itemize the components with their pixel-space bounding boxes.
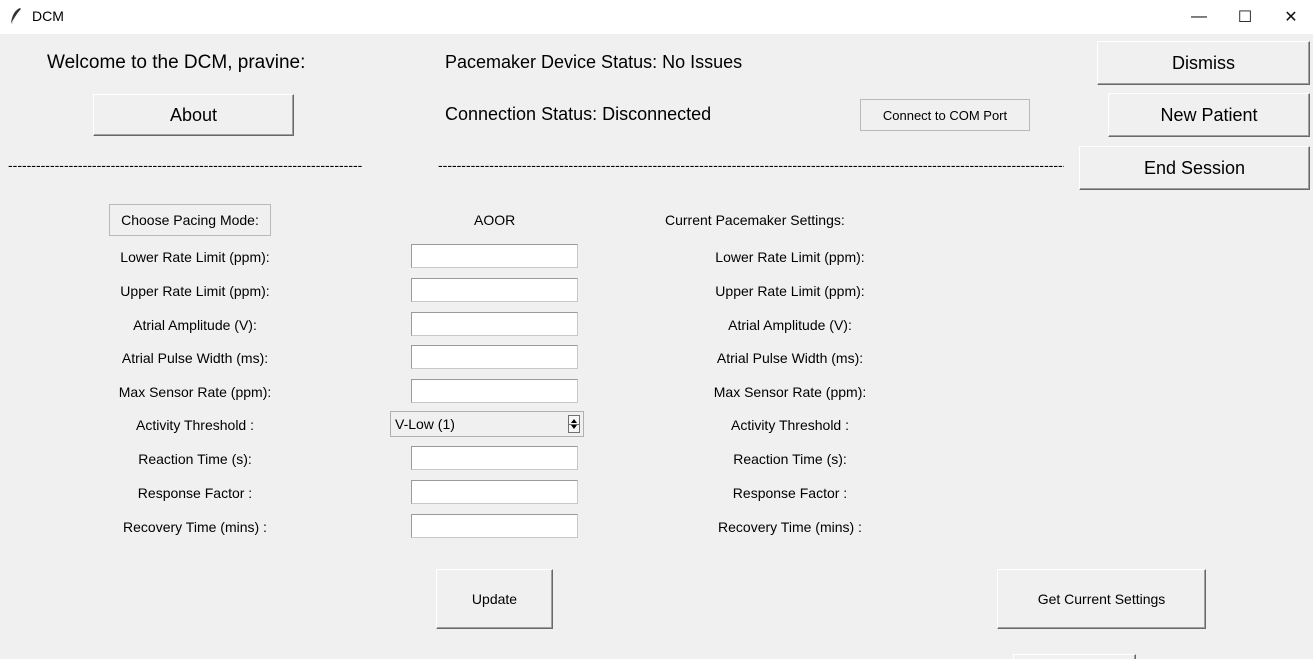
current-url-label: Upper Rate Limit (ppm):: [715, 283, 865, 299]
recovery-time-label: Recovery Time (mins) :: [123, 519, 267, 535]
end-session-button[interactable]: End Session: [1079, 146, 1310, 190]
reaction-time-input[interactable]: [411, 446, 578, 470]
atrial-pulse-width-label: Atrial Pulse Width (ms):: [121, 350, 269, 366]
maximize-button[interactable]: ☐: [1222, 0, 1268, 34]
response-factor-label: Response Factor :: [137, 485, 253, 501]
activity-threshold-value: V-Low (1): [395, 416, 455, 432]
current-reaction-time-label: Reaction Time (s):: [733, 451, 847, 467]
current-lrl-label: Lower Rate Limit (ppm):: [715, 249, 865, 265]
partial-bottom-button[interactable]: [1013, 654, 1136, 659]
activity-threshold-spinbox[interactable]: V-Low (1): [390, 411, 584, 437]
new-patient-button[interactable]: New Patient: [1108, 93, 1310, 137]
current-activity-threshold-label: Activity Threshold :: [730, 417, 849, 433]
divider-right: ----------------------------------------…: [438, 158, 1064, 172]
update-button[interactable]: Update: [436, 569, 553, 629]
activity-threshold-label: Activity Threshold :: [135, 417, 254, 433]
reaction-time-label: Reaction Time (s):: [138, 451, 252, 467]
current-response-factor-label: Response Factor :: [732, 485, 848, 501]
current-atrial-pulse-width-label: Atrial Pulse Width (ms):: [716, 350, 864, 366]
atrial-amplitude-label: Atrial Amplitude (V):: [133, 317, 257, 333]
recovery-time-input[interactable]: [411, 514, 578, 538]
connection-status-label: Connection Status: Disconnected: [445, 104, 712, 124]
about-button[interactable]: About: [93, 94, 294, 136]
max-sensor-rate-label: Max Sensor Rate (ppm):: [118, 384, 272, 400]
response-factor-input[interactable]: [411, 480, 578, 504]
choose-pacing-mode-button[interactable]: Choose Pacing Mode:: [109, 204, 271, 236]
window-title: DCM: [32, 8, 64, 24]
divider-left: ----------------------------------------…: [8, 158, 363, 172]
close-button[interactable]: ✕: [1268, 0, 1313, 34]
url-label: Upper Rate Limit (ppm):: [120, 283, 270, 299]
get-current-settings-button[interactable]: Get Current Settings: [997, 569, 1206, 629]
current-atrial-amplitude-label: Atrial Amplitude (V):: [728, 317, 852, 333]
pacing-mode-value: AOOR: [474, 212, 516, 228]
url-input[interactable]: [411, 278, 578, 302]
welcome-label: Welcome to the DCM, pravine:: [47, 52, 306, 73]
max-sensor-rate-input[interactable]: [411, 379, 578, 403]
connect-com-port-button[interactable]: Connect to COM Port: [860, 99, 1030, 131]
feather-icon: [10, 8, 21, 25]
current-recovery-time-label: Recovery Time (mins) :: [718, 519, 862, 535]
current-settings-heading: Current Pacemaker Settings:: [665, 212, 845, 228]
lrl-input[interactable]: [411, 244, 578, 268]
dismiss-button[interactable]: Dismiss: [1097, 41, 1310, 85]
current-max-sensor-rate-label: Max Sensor Rate (ppm):: [713, 384, 867, 400]
device-status-label: Pacemaker Device Status: No Issues: [445, 52, 743, 72]
atrial-pulse-width-input[interactable]: [411, 345, 578, 369]
title-bar: DCM — ☐ ✕: [0, 0, 1313, 34]
atrial-amplitude-input[interactable]: [411, 312, 578, 336]
lrl-label: Lower Rate Limit (ppm):: [120, 249, 270, 265]
minimize-button[interactable]: —: [1176, 0, 1222, 34]
spinbox-arrows-icon[interactable]: [568, 415, 580, 433]
